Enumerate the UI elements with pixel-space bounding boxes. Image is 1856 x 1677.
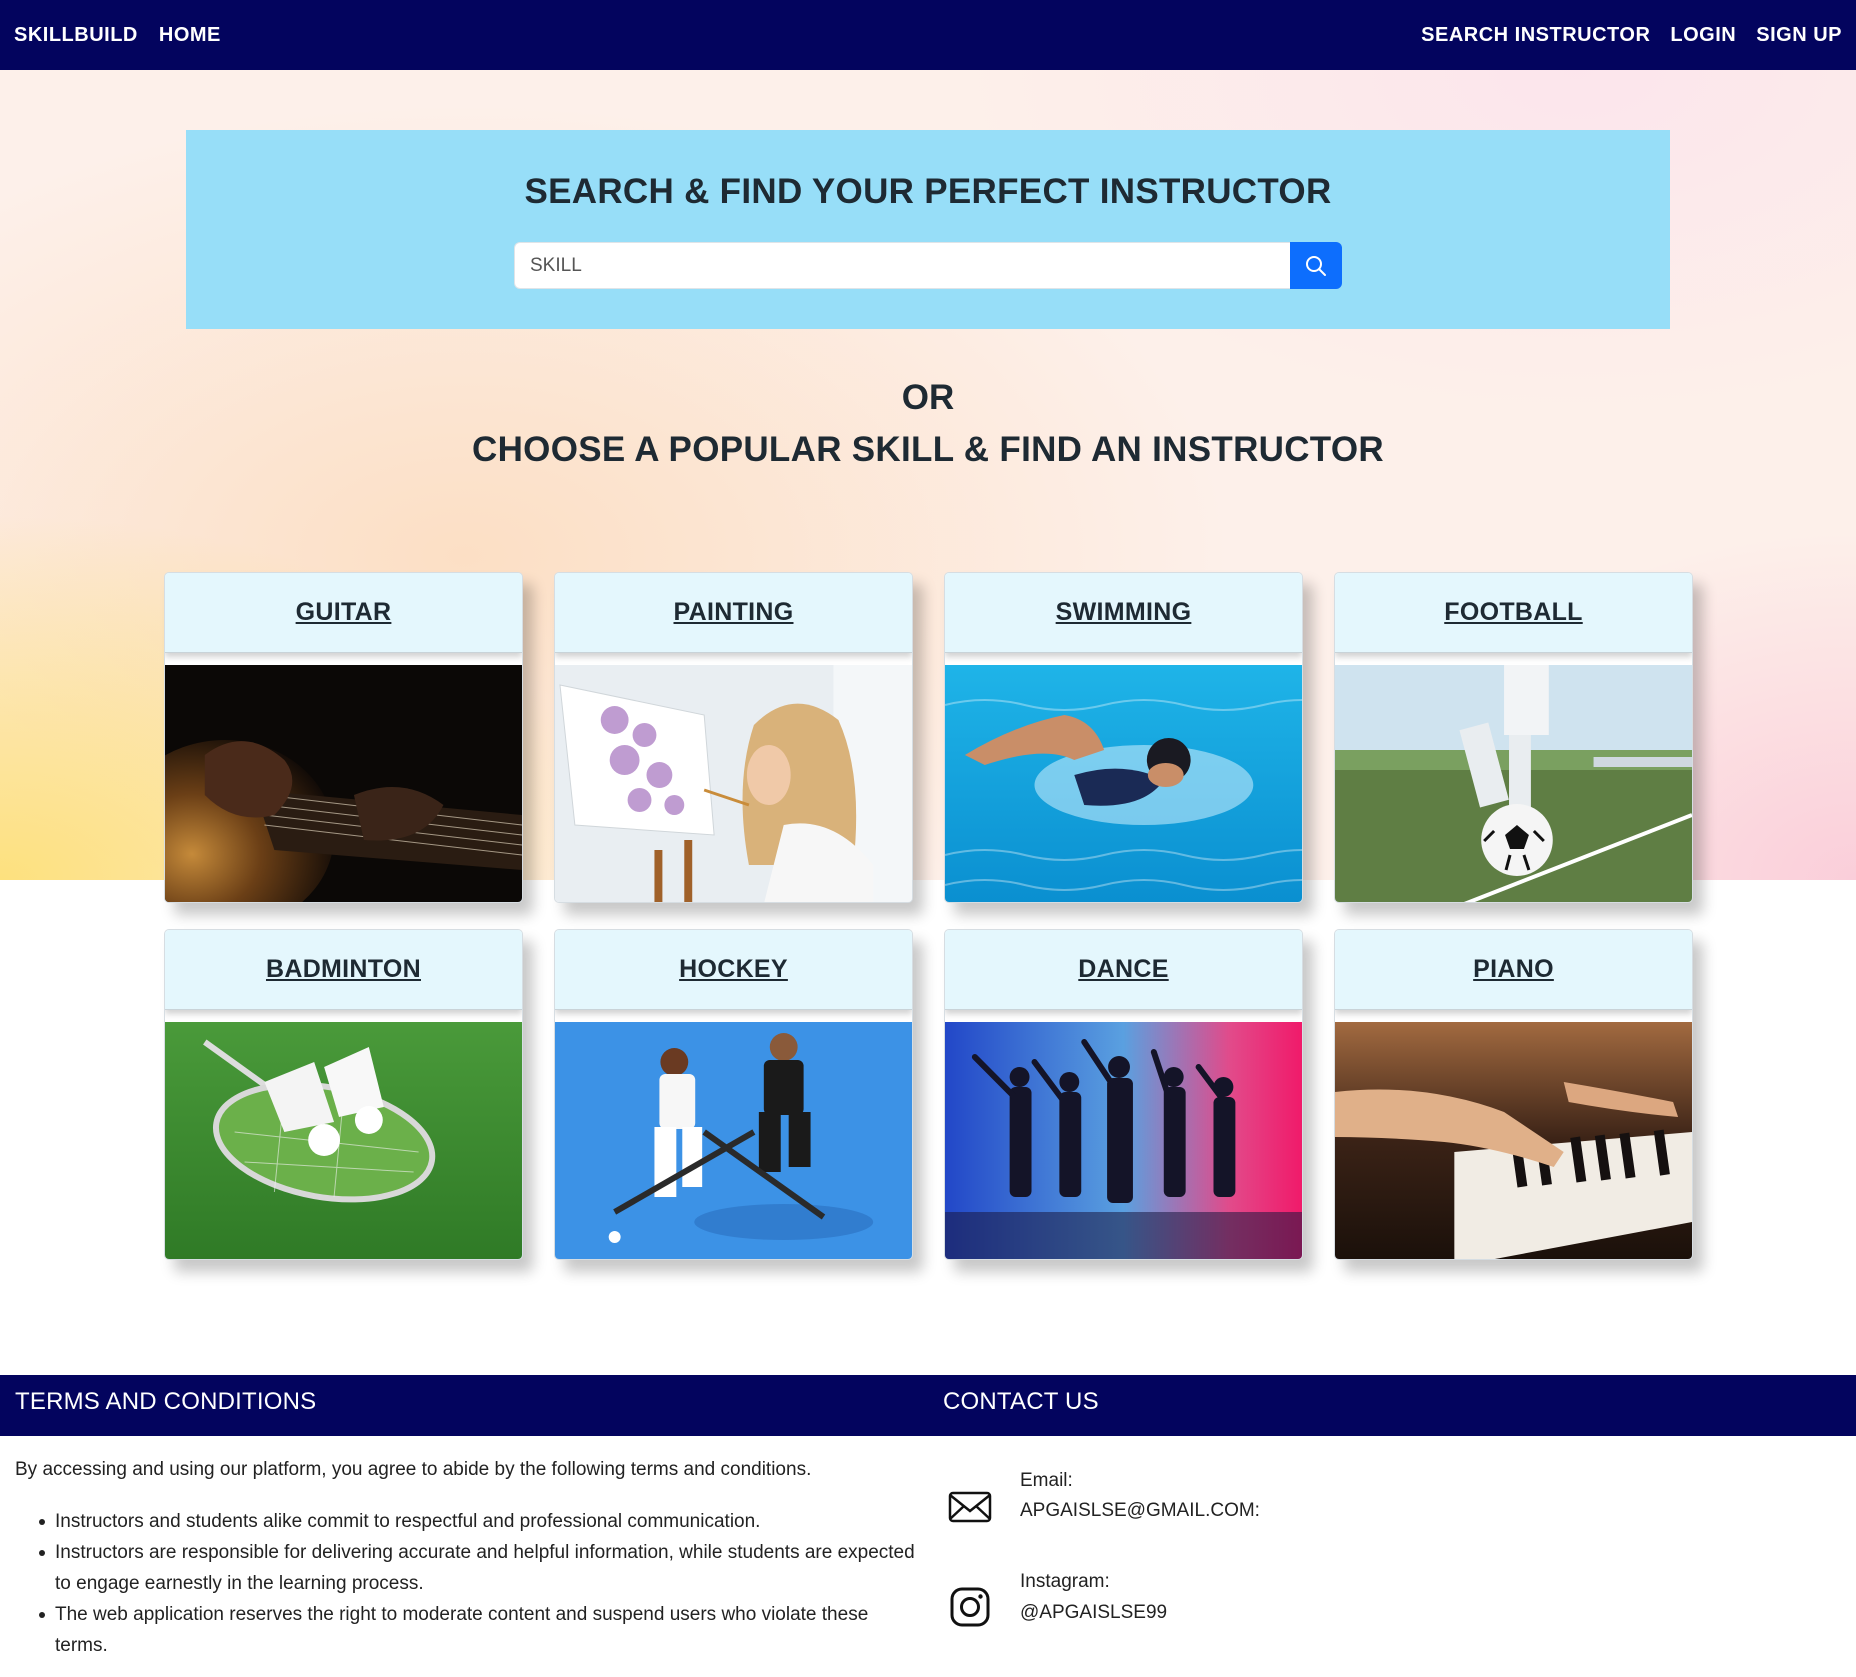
popular-skills-heading: CHOOSE A POPULAR SKILL & FIND AN INSTRUC… <box>472 430 1384 469</box>
instagram-label: Instagram: <box>1020 1571 1110 1592</box>
skill-card-title[interactable]: BADMINTON <box>266 955 421 984</box>
or-divider-text: OR <box>901 378 955 417</box>
instagram-contact <box>946 1583 994 1631</box>
skill-card-title[interactable]: PIANO <box>1473 955 1554 984</box>
envelope-icon <box>948 1491 992 1523</box>
instagram-value[interactable]: @APGAISLSE99 <box>1020 1602 1167 1624</box>
painting-photo <box>555 665 912 902</box>
search-bar <box>514 242 1342 289</box>
skill-card-header: GUITAR <box>165 573 522 653</box>
terms-heading: TERMS AND CONDITIONS <box>15 1388 317 1415</box>
search-panel: SEARCH & FIND YOUR PERFECT INSTRUCTOR <box>186 130 1670 329</box>
navbar-left: SKILLBUILD HOME <box>14 24 221 47</box>
skill-card-header: DANCE <box>945 930 1302 1010</box>
skill-card-header: FOOTBALL <box>1335 573 1692 653</box>
nav-login-link[interactable]: LOGIN <box>1670 24 1736 47</box>
brand-logo[interactable]: SKILLBUILD <box>14 24 138 47</box>
search-icon <box>1306 255 1326 276</box>
skill-card-piano[interactable]: PIANO <box>1334 929 1693 1260</box>
email-label: Email: <box>1020 1470 1073 1491</box>
search-button[interactable] <box>1290 242 1342 289</box>
skill-card-title[interactable]: SWIMMING <box>1056 598 1192 627</box>
instagram-icon <box>950 1587 990 1627</box>
skill-card-header: PIANO <box>1335 930 1692 1010</box>
skill-search-input[interactable] <box>514 242 1290 289</box>
skill-card-title[interactable]: GUITAR <box>296 598 392 627</box>
nav-search-instructor-link[interactable]: SEARCH INSTRUCTOR <box>1421 24 1650 47</box>
search-title: SEARCH & FIND YOUR PERFECT INSTRUCTOR <box>524 172 1332 211</box>
skill-card-badminton[interactable]: BADMINTON <box>164 929 523 1260</box>
skill-card-header: HOCKEY <box>555 930 912 1010</box>
skill-card-header: SWIMMING <box>945 573 1302 653</box>
email-contact <box>946 1483 994 1531</box>
skill-card-title[interactable]: DANCE <box>1078 955 1168 984</box>
skill-card-hockey[interactable]: HOCKEY <box>554 929 913 1260</box>
skill-card-football[interactable]: FOOTBALL <box>1334 572 1693 903</box>
dance-photo <box>945 1022 1302 1259</box>
terms-intro: By accessing and using our platform, you… <box>15 1459 812 1480</box>
hockey-photo <box>555 1022 912 1259</box>
terms-item: Instructors and students alike commit to… <box>39 1506 915 1537</box>
navbar-right: SEARCH INSTRUCTOR LOGIN SIGN UP <box>1401 24 1842 47</box>
nav-home-link[interactable]: HOME <box>159 24 221 47</box>
contact-heading: CONTACT US <box>943 1388 1099 1415</box>
skill-card-title[interactable]: FOOTBALL <box>1444 598 1582 627</box>
terms-list: Instructors and students alike commit to… <box>39 1506 915 1661</box>
badminton-photo <box>165 1022 522 1259</box>
nav-signup-link[interactable]: SIGN UP <box>1756 24 1842 47</box>
footer-header-bar: TERMS AND CONDITIONS CONTACT US <box>0 1375 1856 1436</box>
skill-card-painting[interactable]: PAINTING <box>554 572 913 903</box>
skill-card-guitar[interactable]: GUITAR <box>164 572 523 903</box>
skill-card-swimming[interactable]: SWIMMING <box>944 572 1303 903</box>
piano-photo <box>1335 1022 1692 1259</box>
skill-card-header: BADMINTON <box>165 930 522 1010</box>
football-photo <box>1335 665 1692 902</box>
top-navbar: SKILLBUILD HOME SEARCH INSTRUCTOR LOGIN … <box>0 0 1856 70</box>
guitar-photo <box>165 665 522 902</box>
terms-item: Instructors are responsible for deliveri… <box>39 1537 915 1599</box>
skill-card-dance[interactable]: DANCE <box>944 929 1303 1260</box>
terms-item: The web application reserves the right t… <box>39 1599 915 1661</box>
skill-card-header: PAINTING <box>555 573 912 653</box>
swimming-photo <box>945 665 1302 902</box>
skill-card-title[interactable]: HOCKEY <box>679 955 788 984</box>
email-value[interactable]: APGAISLSE@GMAIL.COM: <box>1020 1500 1260 1522</box>
skill-card-title[interactable]: PAINTING <box>674 598 794 627</box>
